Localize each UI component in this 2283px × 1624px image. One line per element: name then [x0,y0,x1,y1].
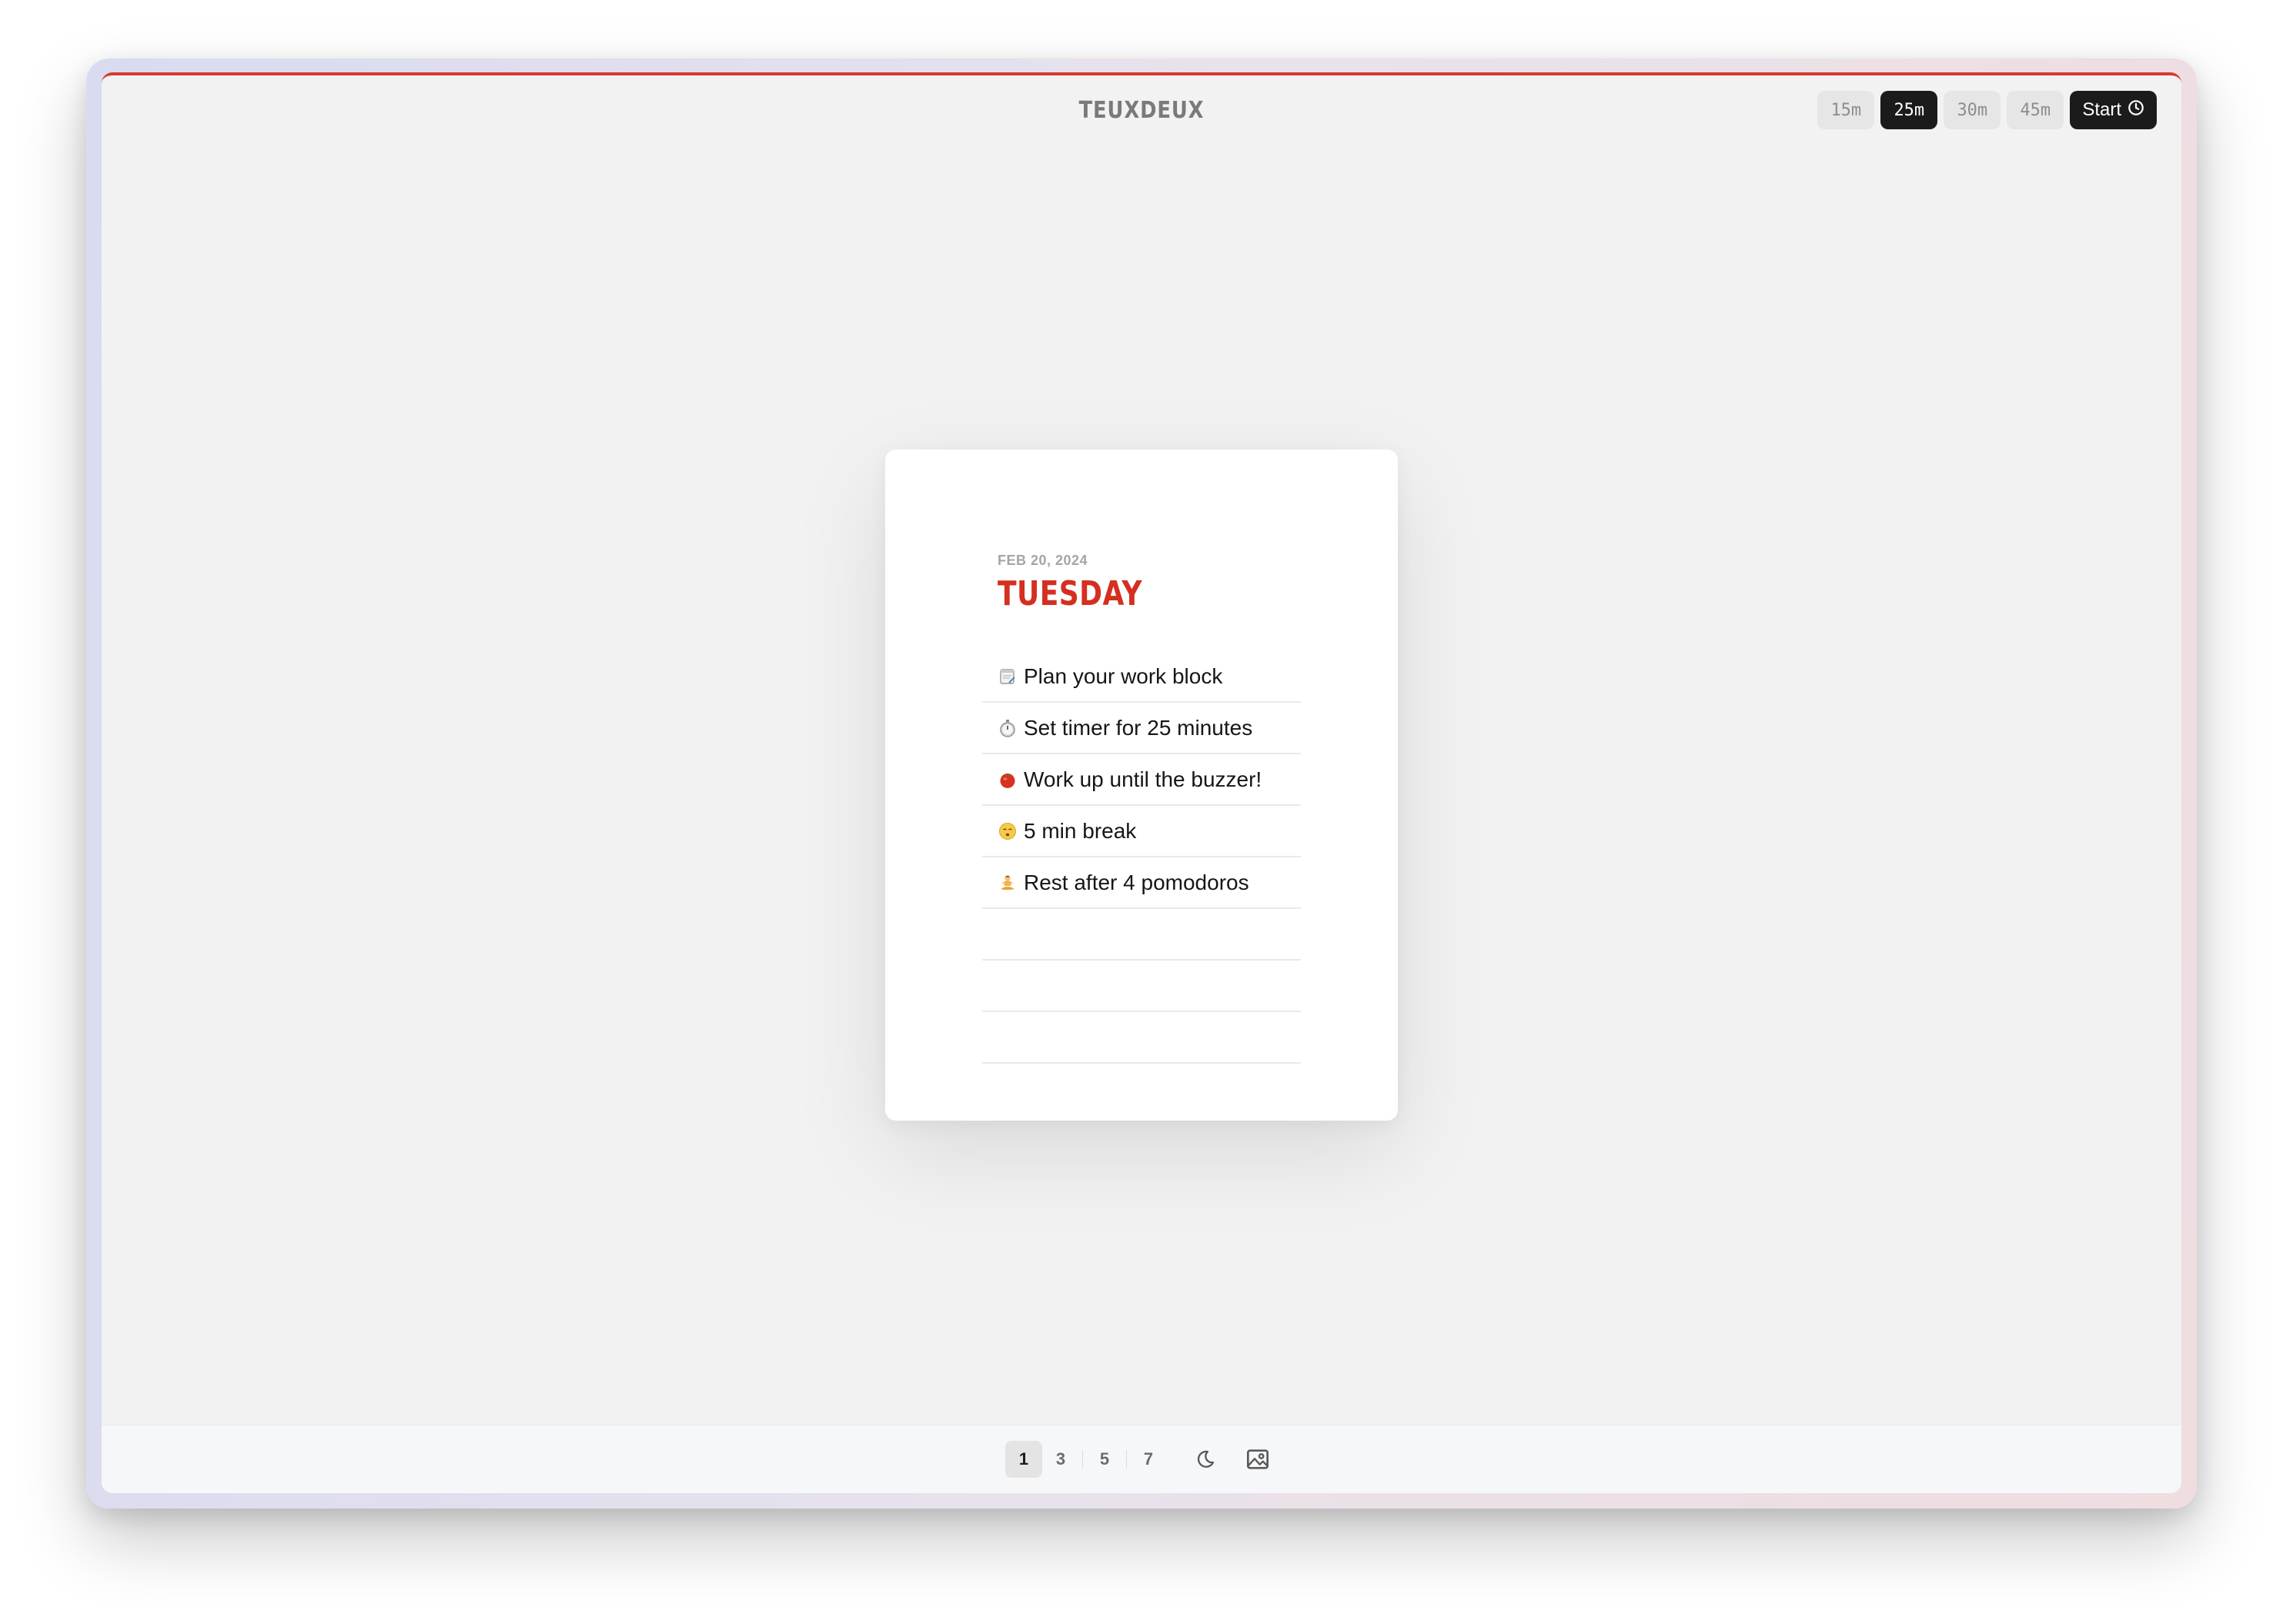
bottom-toolbar: 1 3 5 7 [102,1425,2181,1493]
background-image-icon[interactable] [1239,1441,1276,1478]
column-count-selector: 1 3 5 7 [1005,1441,1167,1478]
empty-task-row[interactable] [982,909,1301,961]
tomato-icon [998,770,1018,790]
task-item[interactable]: Set timer for 25 minutes [982,703,1301,754]
timer-30m-button[interactable]: 30m [1944,91,2001,129]
timer-25m-button[interactable]: 25m [1880,91,1938,129]
notepad-icon [998,667,1018,687]
divider [1082,1450,1083,1469]
columns-1-button[interactable]: 1 [1005,1441,1042,1478]
task-item[interactable]: Plan your work block [982,651,1301,703]
task-text: Set timer for 25 minutes [1024,715,1253,740]
columns-3-button[interactable]: 3 [1042,1441,1079,1478]
app-window: TEUXDEUX 15m 25m 30m 45m Start FEB 20, 2… [102,72,2181,1493]
columns-5-button[interactable]: 5 [1086,1441,1123,1478]
task-text: Rest after 4 pomodoros [1024,870,1249,894]
day-date: FEB 20, 2024 [998,553,1088,568]
pomodoro-timer-controls: 15m 25m 30m 45m Start [1817,91,2157,129]
task-list: Plan your work block Set timer for 25 mi… [982,651,1301,1064]
day-title: TUESDAY [998,574,1142,613]
start-button-label: Start [2082,99,2121,120]
task-text: Work up until the buzzer! [1024,767,1262,791]
window-frame: TEUXDEUX 15m 25m 30m 45m Start FEB 20, 2… [86,58,2197,1509]
columns-7-button[interactable]: 7 [1130,1441,1167,1478]
empty-task-row[interactable] [982,1012,1301,1064]
task-item[interactable]: 5 min break [982,806,1301,857]
person-in-lotus-icon [998,873,1018,893]
app-logo[interactable]: TEUXDEUX [247,97,2036,124]
empty-task-row[interactable] [982,961,1301,1012]
day-card: FEB 20, 2024 TUESDAY Plan your work bloc… [885,449,1398,1121]
task-text: 5 min break [1024,818,1137,843]
task-item[interactable]: Work up until the buzzer! [982,754,1301,806]
stopwatch-icon [998,718,1018,738]
timer-45m-button[interactable]: 45m [2007,91,2064,129]
relieved-face-icon [998,821,1018,841]
task-text: Plan your work block [1024,663,1223,688]
timer-15m-button[interactable]: 15m [1817,91,1875,129]
dark-mode-icon[interactable] [1187,1441,1224,1478]
clock-icon [2128,99,2144,122]
start-timer-button[interactable]: Start [2070,91,2157,129]
task-item[interactable]: Rest after 4 pomodoros [982,857,1301,909]
divider [1126,1450,1127,1469]
